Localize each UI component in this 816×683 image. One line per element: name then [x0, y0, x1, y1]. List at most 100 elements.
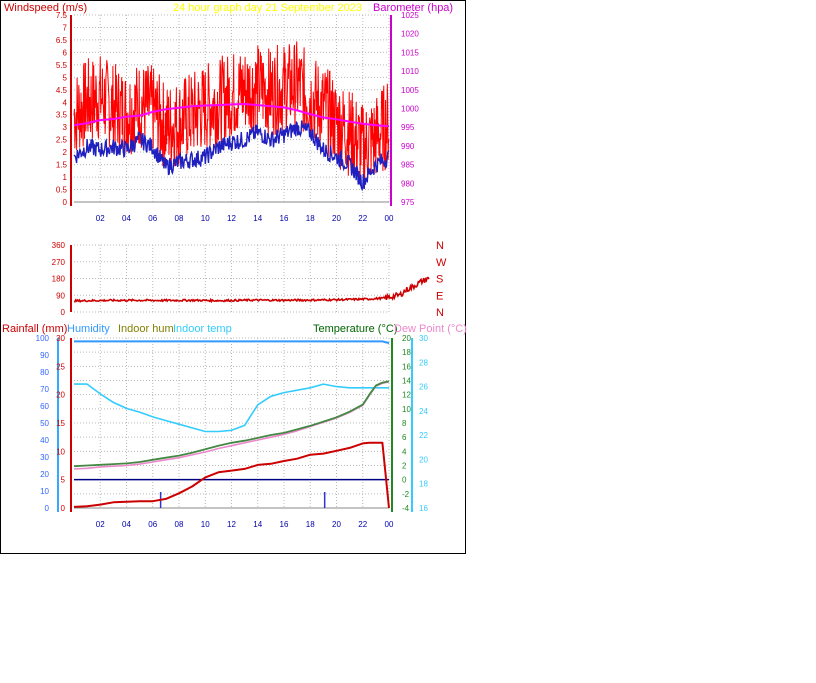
x-tick-label: 22: [358, 214, 367, 223]
dew-point-legend: Dew Point (°C): [394, 323, 467, 335]
x-tick-label: 00: [385, 520, 394, 529]
direction-tick-label: 360: [52, 241, 66, 250]
x-tick-label: 08: [175, 520, 184, 529]
wind-tick-label: 3.5: [56, 111, 68, 120]
wind-tick-label: 2: [63, 148, 68, 157]
indoor-temp-tick-label: 30: [419, 334, 428, 343]
temperature-tick-label: 8: [402, 419, 407, 428]
rain-tick-label: 30: [56, 334, 65, 343]
rain-tick-label: 20: [56, 391, 65, 400]
x-tick-label: 04: [122, 520, 131, 529]
x-tick-label: 14: [253, 214, 262, 223]
x-tick-label: 20: [332, 520, 341, 529]
rain-tick-label: 10: [56, 447, 65, 456]
humidity-tick-label: 10: [40, 487, 49, 496]
x-tick-label: 08: [175, 214, 184, 223]
rain-tick-label: 25: [56, 362, 65, 371]
x-tick-label: 18: [306, 520, 315, 529]
x-tick-label: 02: [96, 214, 105, 223]
wind-tick-label: 3: [63, 123, 68, 132]
indoor-temp-legend: Indoor temp: [173, 323, 232, 335]
barometer-tick-label: 975: [401, 198, 415, 207]
x-tick-label: 10: [201, 214, 210, 223]
humidity-tick-label: 100: [36, 334, 50, 343]
humidity-tick-label: 90: [40, 351, 49, 360]
indoor-temp-tick-label: 28: [419, 358, 428, 367]
temperature-series: [73, 380, 390, 468]
temperature-tick-label: 12: [402, 391, 411, 400]
indoor-temp-tick-label: 18: [419, 480, 428, 489]
wind-tick-label: 7: [63, 23, 68, 32]
direction-panel-grid: 090180270360NESWN: [52, 240, 447, 319]
compass-label: N: [436, 307, 444, 319]
rain-tick-label: 5: [61, 476, 66, 485]
x-tick-label: 14: [253, 520, 262, 529]
indoor-temp-tick-label: 22: [419, 431, 428, 440]
humidity-legend: Humidity: [67, 323, 110, 335]
wind-tick-label: 0: [63, 198, 68, 207]
windspeed-label: Windspeed (m/s): [4, 2, 87, 14]
barometer-tick-label: 990: [401, 142, 415, 151]
barometer-tick-label: 1015: [401, 48, 419, 57]
x-tick-label: 16: [280, 214, 289, 223]
temperature-legend: Temperature (°C): [313, 323, 397, 335]
temperature-panel-grid: 0 10 20 30 40 50 60 70 80 90 10 00 5 10 15 20 25 30 -4 -2 0 2…: [36, 334, 429, 529]
rain-tick-label: 15: [56, 419, 65, 428]
x-tick-label: 12: [227, 214, 236, 223]
barometer-tick-label: 980: [401, 179, 415, 188]
x-tick-label: 20: [332, 214, 341, 223]
x-tick-label: 04: [122, 214, 131, 223]
barometer-tick-label: 1000: [401, 105, 419, 114]
wind-tick-label: 4: [63, 98, 68, 107]
barometer-tick-label: 995: [401, 123, 415, 132]
x-tick-label: 22: [358, 520, 367, 529]
rainfall-legend: Rainfall (mm): [2, 323, 67, 335]
humidity-tick-label: 80: [40, 368, 49, 377]
humidity-series: [74, 340, 390, 345]
wind-tick-label: 1: [63, 173, 68, 182]
compass-label: W: [436, 257, 447, 269]
wind-tick-label: 6: [63, 48, 68, 57]
barometer-tick-label: 1020: [401, 30, 419, 39]
barometer-tick-label: 985: [401, 161, 415, 170]
humidity-tick-label: 60: [40, 402, 49, 411]
temperature-tick-label: 20: [402, 334, 411, 343]
compass-label: N: [436, 240, 444, 252]
x-tick-label: 16: [280, 520, 289, 529]
graph-title: 24 hour graph day 21 September 2023: [173, 2, 362, 14]
wind-tick-label: 2.5: [56, 136, 68, 145]
humidity-tick-label: 50: [40, 419, 49, 428]
barometer-label: Barometer (hpa): [373, 2, 453, 14]
wind-tick-label: 5.5: [56, 61, 68, 70]
indoor-temp-tick-label: 26: [419, 383, 428, 392]
barometer-tick-label: 1005: [401, 86, 419, 95]
indoor-temp-tick-label: 20: [419, 455, 428, 464]
direction-tick-label: 180: [52, 275, 66, 284]
temperature-tick-label: 2: [402, 462, 407, 471]
direction-tick-label: 90: [56, 291, 65, 300]
wind-tick-label: 5: [63, 73, 68, 82]
temperature-tick-label: 0: [402, 476, 407, 485]
temperature-tick-label: 14: [402, 377, 411, 386]
indoor-temp-tick-label: 24: [419, 407, 428, 416]
compass-label: E: [436, 290, 443, 302]
wind-tick-label: 6.5: [56, 36, 68, 45]
wind-direction-series: [73, 276, 430, 304]
temperature-tick-label: -4: [402, 504, 410, 513]
temperature-tick-label: 6: [402, 433, 407, 442]
humidity-tick-label: 40: [40, 436, 49, 445]
x-tick-label: 10: [201, 520, 210, 529]
indoor-hum-legend: Indoor hum: [118, 323, 174, 335]
temperature-tick-label: 10: [402, 405, 411, 414]
x-tick-label: 18: [306, 214, 315, 223]
weather-graph: 00.511.522.533.544.555.566.577.597598098…: [2, 2, 467, 529]
x-tick-label: 06: [148, 520, 157, 529]
x-tick-label: 12: [227, 520, 236, 529]
temperature-tick-label: -2: [402, 490, 410, 499]
temperature-tick-label: 16: [402, 362, 411, 371]
direction-tick-label: 0: [61, 308, 66, 317]
humidity-tick-label: 70: [40, 385, 49, 394]
plot-layer: [73, 41, 430, 509]
indoor-temp-tick-label: 16: [419, 504, 428, 513]
humidity-tick-label: 0: [45, 504, 50, 513]
